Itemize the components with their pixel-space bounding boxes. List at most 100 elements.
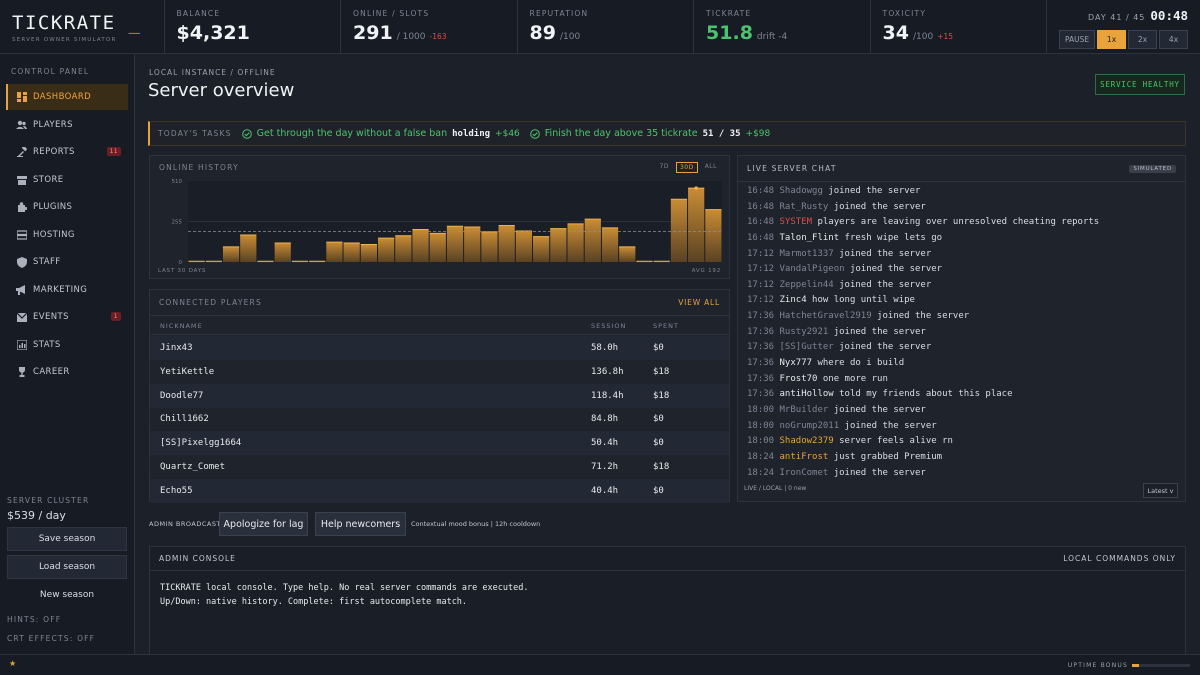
- chat-user[interactable]: Shadowgg: [780, 186, 823, 196]
- star-icon: ★: [9, 659, 17, 668]
- view-all-link[interactable]: VIEW ALL: [678, 298, 720, 307]
- new-season-button[interactable]: New season: [7, 583, 127, 607]
- latest-button[interactable]: Latest v: [1143, 483, 1178, 498]
- sidebar-item-staff[interactable]: STAFF: [6, 249, 128, 275]
- table-row[interactable]: Chill1662 84.8h $0: [150, 407, 729, 431]
- game-clock: 00:48: [1150, 8, 1189, 23]
- time-controls: DAY 41 / 45 00:48 PAUSE 1x 2x 4x: [1047, 0, 1200, 53]
- history-bar: [705, 209, 722, 262]
- speed-2x-button[interactable]: 2x: [1128, 30, 1158, 49]
- sidebar-item-dashboard[interactable]: DASHBOARD: [6, 84, 128, 110]
- chat-message: joined the server: [828, 201, 926, 212]
- sidebar-item-stats[interactable]: STATS: [6, 332, 128, 358]
- chat-log[interactable]: 16:48 Shadowgg joined the server 16:48 Ra…: [747, 186, 1177, 483]
- online-stat: ONLINE / SLOTS 291 / 1000 -163: [341, 0, 518, 53]
- chat-time: 17:12: [747, 264, 780, 275]
- chat-line: 18:00 MrBuilder joined the server: [747, 405, 1177, 421]
- brand: TICKRATE _ SERVER OWNER SIMULATOR: [0, 0, 165, 53]
- load-season-button[interactable]: Load season: [7, 555, 127, 579]
- chat-user[interactable]: VandalPigeon: [780, 264, 845, 274]
- help-newcomers-button[interactable]: Help newcomers: [315, 512, 406, 536]
- breadcrumb: LOCAL INSTANCE / OFFLINE: [149, 68, 276, 77]
- range-7d[interactable]: 7D: [657, 162, 672, 173]
- apologize-button[interactable]: Apologize for lag: [219, 512, 308, 536]
- chat-user[interactable]: Zinc4: [780, 295, 807, 305]
- top-bar: TICKRATE _ SERVER OWNER SIMULATOR BALANC…: [0, 0, 1200, 54]
- chat-time: 16:48: [747, 186, 780, 196]
- chat-user[interactable]: SYSTEM: [780, 217, 813, 227]
- chat-user[interactable]: noGrump2011: [780, 421, 840, 431]
- table-row[interactable]: Quartz_Comet 71.2h $18: [150, 455, 729, 479]
- online-history-panel: ONLINE HISTORY 7D 30D ALL 510 255 0 LAST 3…: [149, 155, 730, 279]
- sidebar-item-plugins[interactable]: PLUGINS: [6, 194, 128, 220]
- speed-1x-button[interactable]: 1x: [1097, 30, 1127, 49]
- chat-time: 17:36: [747, 373, 780, 384]
- sidebar-item-career[interactable]: CAREER: [6, 359, 128, 385]
- sidebar-item-events[interactable]: EVENTS 1: [6, 304, 128, 330]
- sidebar-item-marketing[interactable]: MARKETING: [6, 277, 128, 303]
- admin-console[interactable]: ADMIN CONSOLE LOCAL COMMANDS ONLY TICKRA…: [149, 546, 1186, 666]
- sidebar-item-reports[interactable]: REPORTS 11: [6, 139, 128, 165]
- chat-user[interactable]: Rat_Rusty: [780, 202, 829, 212]
- chat-time: 17:12: [747, 248, 780, 259]
- table-row[interactable]: Echo55 40.4h $0: [150, 479, 729, 503]
- chat-time: 18:00: [747, 404, 780, 415]
- chat-user[interactable]: Nyx777: [780, 358, 813, 368]
- players-icon: [16, 120, 27, 131]
- range-all[interactable]: ALL: [702, 162, 720, 173]
- chat-time: 16:48: [747, 217, 780, 228]
- balance-stat: BALANCE $4,321: [165, 0, 342, 53]
- chat-time: 17:36: [747, 358, 780, 369]
- uptime-bonus-bar: [1132, 664, 1190, 667]
- chat-user[interactable]: Shadow2379: [780, 436, 834, 446]
- history-range-selector: 7D 30D ALL: [657, 161, 721, 173]
- broadcast-note: Contextual mood bonus | 12h cooldown: [411, 520, 541, 528]
- crt-toggle[interactable]: CRT EFFECTS: OFF: [7, 634, 95, 643]
- save-season-button[interactable]: Save season: [7, 527, 127, 551]
- hints-toggle[interactable]: HINTS: OFF: [7, 615, 61, 624]
- range-30d[interactable]: 30D: [675, 161, 698, 173]
- chat-message: joined the server: [833, 248, 932, 259]
- career-icon: [16, 367, 27, 378]
- chat-line: 17:36 Rusty2921 joined the server: [747, 327, 1177, 343]
- chat-time: 18:00: [747, 420, 780, 431]
- chat-message: server feels alive rn: [833, 436, 953, 447]
- chat-title: LIVE SERVER CHAT: [747, 164, 837, 173]
- dashboard-icon: [16, 92, 27, 103]
- chat-time: 17:36: [747, 389, 780, 400]
- chat-line: 17:12 Marmot1337 joined the server: [747, 249, 1177, 265]
- todays-tasks: TODAY'S TASKS Get through the day withou…: [148, 121, 1186, 146]
- pause-button[interactable]: PAUSE: [1059, 30, 1096, 49]
- chat-line: 16:48 SYSTEM players are leaving over un…: [747, 217, 1177, 233]
- chat-user[interactable]: antiHollow: [780, 389, 834, 399]
- sidebar-item-players[interactable]: PLAYERS: [6, 112, 128, 138]
- chat-user[interactable]: Zeppelin44: [780, 280, 834, 290]
- live-chat-panel: LIVE SERVER CHAT SIMULATED 16:48 Shadowg…: [737, 155, 1186, 502]
- chat-user[interactable]: [SS]Gutter: [780, 342, 834, 352]
- chat-user[interactable]: Rusty2921: [780, 327, 829, 337]
- history-title: ONLINE HISTORY: [159, 162, 239, 172]
- chat-user[interactable]: Marmot1337: [780, 249, 834, 259]
- task-item: Finish the day above 35 tickrate 51 / 35…: [529, 128, 770, 139]
- table-row[interactable]: Jinx43 58.0h $0: [150, 336, 729, 360]
- history-bar: [515, 231, 533, 262]
- table-row[interactable]: YetiKettle 136.8h $18: [150, 360, 729, 384]
- connected-players-panel: CONNECTED PLAYERS VIEW ALL NICKNAME SESS…: [149, 289, 730, 503]
- chat-user[interactable]: Frost70: [780, 374, 818, 384]
- speed-4x-button[interactable]: 4x: [1159, 30, 1189, 49]
- chat-user[interactable]: IronComet: [780, 468, 829, 478]
- history-bar: [377, 238, 395, 262]
- sidebar-item-store[interactable]: STORE: [6, 167, 128, 193]
- chat-user[interactable]: Talon_Flint: [780, 233, 840, 243]
- chat-user[interactable]: HatchetGravel2919: [780, 311, 872, 321]
- y-tick-label: 0: [179, 260, 183, 266]
- history-bar: [670, 199, 688, 262]
- chat-line: 17:36 [SS]Gutter joined the server: [747, 342, 1177, 358]
- chat-time: 17:12: [747, 279, 780, 290]
- table-row[interactable]: [SS]Pixelgg1664 50.4h $0: [150, 431, 729, 455]
- chat-user[interactable]: MrBuilder: [780, 405, 829, 415]
- table-row[interactable]: Doodle77 118.4h $18: [150, 384, 729, 408]
- sidebar-item-hosting[interactable]: HOSTING: [6, 222, 128, 248]
- chat-user[interactable]: antiFrost: [780, 452, 829, 462]
- chat-line: 18:24 IronComet joined the server: [747, 468, 1177, 484]
